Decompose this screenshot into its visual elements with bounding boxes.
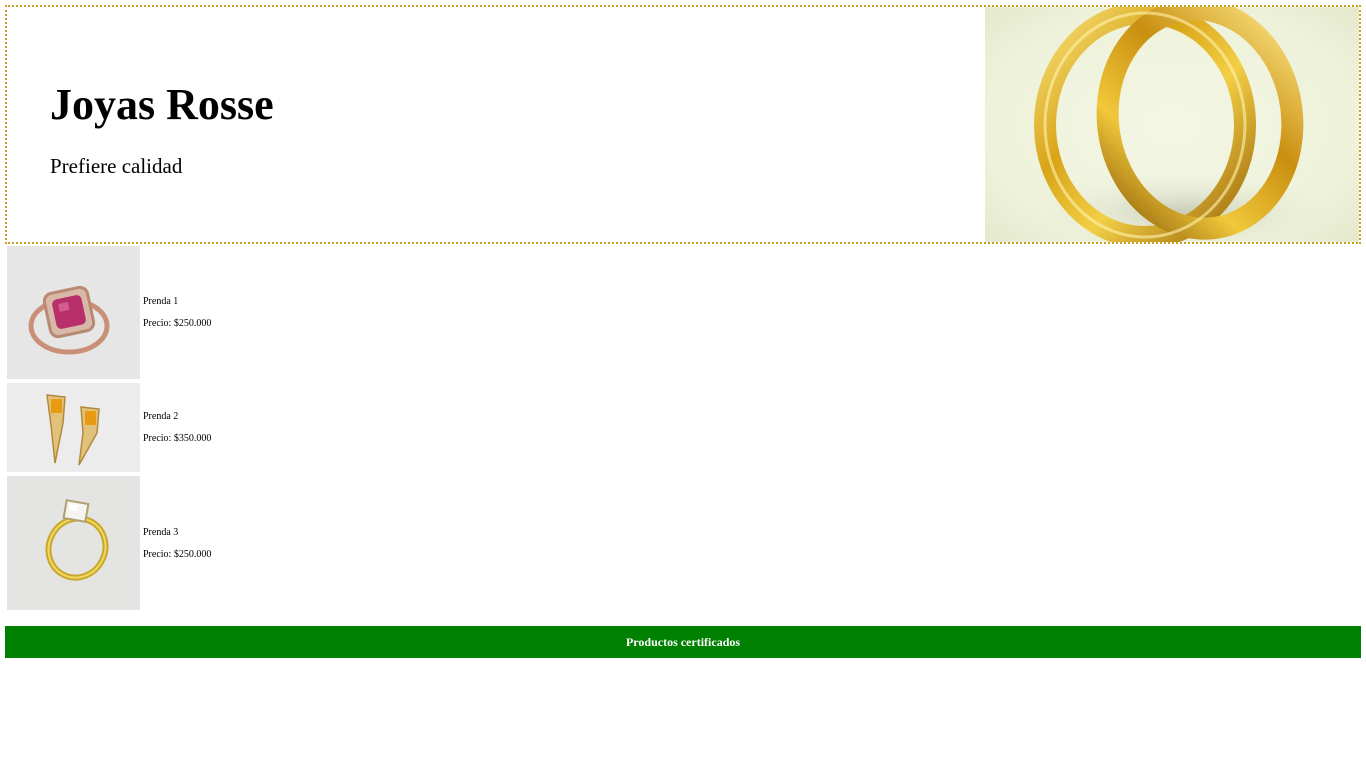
product-price: Precio: $250.000 bbox=[143, 318, 212, 329]
product-item[interactable]: Prenda 3 Precio: $250.000 bbox=[7, 476, 607, 610]
product-name: Prenda 3 bbox=[143, 527, 179, 538]
earrings-icon bbox=[7, 383, 140, 472]
product-info: Prenda 1 Precio: $250.000 bbox=[143, 296, 211, 330]
product-info: Prenda 2 Precio: $350.000 bbox=[143, 411, 211, 445]
site-title: Joyas Rosse bbox=[50, 80, 274, 129]
product-price: Precio: $350.000 bbox=[143, 433, 212, 444]
gold-rings-hero-image bbox=[985, 7, 1359, 242]
ring-icon bbox=[7, 246, 140, 379]
header-text: Joyas Rosse Prefiere calidad bbox=[50, 77, 274, 179]
product-name: Prenda 1 bbox=[143, 296, 179, 307]
product-item[interactable]: Prenda 2 Precio: $350.000 bbox=[7, 383, 607, 472]
ring-icon bbox=[7, 476, 140, 610]
site-subtitle: Prefiere calidad bbox=[50, 154, 183, 178]
footer-banner: Productos certificados bbox=[5, 626, 1361, 658]
gold-earrings-image[interactable] bbox=[7, 383, 140, 472]
product-info: Prenda 3 Precio: $250.000 bbox=[143, 527, 211, 561]
diamond-solitaire-ring-image[interactable] bbox=[7, 476, 140, 610]
pink-gem-ring-image[interactable] bbox=[7, 246, 140, 379]
product-item[interactable]: Prenda 1 Precio: $250.000 bbox=[7, 246, 607, 379]
product-price: Precio: $250.000 bbox=[143, 549, 212, 560]
product-name: Prenda 2 bbox=[143, 411, 179, 422]
gold-rings-illustration bbox=[1034, 7, 1335, 242]
site-header: Joyas Rosse Prefiere calidad bbox=[5, 5, 1361, 244]
